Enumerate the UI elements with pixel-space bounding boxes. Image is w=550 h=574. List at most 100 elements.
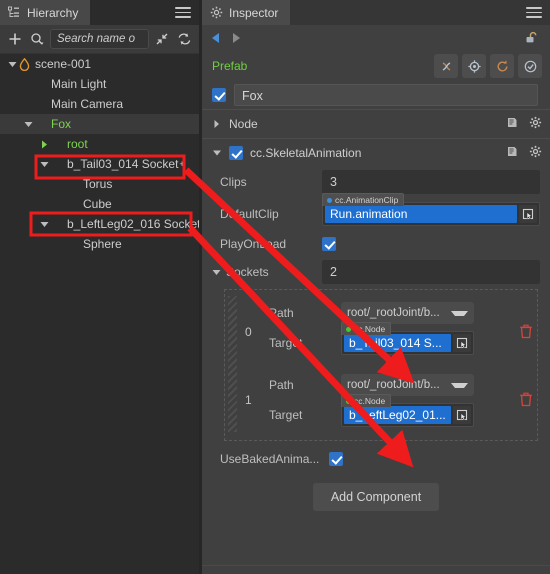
component-enabled-checkbox[interactable]: [229, 146, 243, 160]
collapse-all-icon[interactable]: [153, 30, 171, 48]
forward-arrow-icon[interactable]: [233, 33, 240, 43]
node-enabled-checkbox[interactable]: [212, 88, 226, 102]
component-settings-gear-icon[interactable]: [529, 116, 542, 132]
sockets-label-text: Sockets: [226, 265, 269, 279]
use-baked-animation-checkbox[interactable]: [329, 452, 344, 466]
play-on-load-checkbox[interactable]: [322, 237, 336, 251]
chevron-down-icon[interactable]: [212, 149, 222, 157]
hierarchy-node-root[interactable]: root: [0, 134, 199, 154]
node-name-input[interactable]: Fox: [234, 84, 538, 106]
pick-node-icon[interactable]: [453, 334, 471, 352]
prefab-actions: [434, 54, 542, 78]
hierarchy-node-sphere[interactable]: Sphere: [0, 234, 199, 254]
clips-count-input[interactable]: 3: [322, 170, 540, 194]
sockets-array-list: 0 Path root/_rootJoint/b... Target cc.Node b_…: [224, 289, 538, 441]
unlink-prefab-button[interactable]: [434, 54, 458, 78]
socket-target-value[interactable]: b_LeftLeg02_01...: [344, 406, 451, 424]
socket-target-drag-area[interactable]: cc.Node b_LeftLeg02_01...: [341, 394, 474, 427]
hierarchy-panel: Hierarchy Search name o scene-001 Main L…: [0, 0, 199, 574]
socket-path-value: root/_rootJoint/b...: [347, 379, 440, 391]
plus-icon[interactable]: [6, 30, 24, 48]
add-component-button[interactable]: Add Component: [312, 483, 440, 511]
hierarchy-node-label: root: [67, 137, 88, 151]
hierarchy-tabbar: Hierarchy: [0, 0, 199, 25]
delete-socket-button[interactable]: [519, 324, 533, 340]
socket-path-dropdown[interactable]: root/_rootJoint/b...: [341, 374, 474, 396]
help-doc-icon[interactable]: [506, 116, 519, 132]
inspector-nav: [202, 25, 550, 51]
hierarchy-menu-button[interactable]: [175, 0, 191, 25]
inspector-menu-button[interactable]: [526, 0, 542, 25]
pick-node-icon[interactable]: [453, 406, 471, 424]
tab-hierarchy[interactable]: Hierarchy: [0, 0, 91, 25]
socket-target-label: Target: [269, 336, 303, 350]
default-clip-drag-area[interactable]: cc.AnimationClip Run.animation: [322, 193, 540, 226]
socket-path-label: Path: [269, 378, 294, 392]
hierarchy-node-main-light[interactable]: Main Light: [0, 74, 199, 94]
socket-target-type-label: cc.Node: [354, 324, 386, 334]
component-header-node[interactable]: Node: [202, 109, 550, 138]
hierarchy-node-cube[interactable]: Cube: [0, 194, 199, 214]
inspector-tabbar: Inspector: [202, 0, 550, 25]
component-settings-gear-icon[interactable]: [529, 145, 542, 161]
chevron-down-icon[interactable]: [212, 265, 221, 279]
delete-socket-button[interactable]: [519, 392, 533, 408]
default-clip-value[interactable]: Run.animation: [325, 205, 517, 223]
hierarchy-node-label: Torus: [83, 177, 113, 191]
hierarchy-node-label: Fox: [51, 117, 72, 131]
hierarchy-node-label: b_Tail03_014 Socket: [67, 157, 179, 171]
search-input[interactable]: Search name o: [50, 29, 149, 49]
hierarchy-node-b-leftleg02-016-socket[interactable]: b_LeftLeg02_016 Socket+: [0, 214, 199, 234]
hierarchy-node-label: scene-001: [35, 57, 92, 71]
socket-path-dropdown[interactable]: root/_rootJoint/b...: [341, 302, 474, 324]
hierarchy-node-torus[interactable]: Torus: [0, 174, 199, 194]
tab-inspector-label: Inspector: [229, 5, 279, 20]
unlock-icon[interactable]: [524, 30, 540, 49]
tab-inspector[interactable]: Inspector: [202, 0, 291, 25]
search-dropdown-icon[interactable]: [28, 30, 46, 48]
chevron-down-icon[interactable]: [38, 218, 50, 230]
hierarchy-node-b-tail03-014-socket[interactable]: b_Tail03_014 Socket +: [0, 154, 199, 174]
hierarchy-node-label: b_LeftLeg02_016 Socket: [67, 217, 199, 231]
property-row-default-clip: DefaultClip cc.AnimationClip Run.animati…: [202, 193, 550, 231]
inspector-bottom-divider: [202, 565, 550, 566]
sockets-count-input[interactable]: 2: [322, 260, 540, 284]
socket-index-label: 1: [245, 393, 252, 407]
back-arrow-icon[interactable]: [212, 33, 219, 43]
refresh-icon[interactable]: [175, 30, 193, 48]
apply-prefab-button[interactable]: [518, 54, 542, 78]
default-clip-type-label: cc.AnimationClip: [335, 195, 399, 205]
component-header-icons-skeletal: [506, 145, 542, 161]
chevron-down-icon[interactable]: [6, 58, 18, 70]
scene-droplet-icon: [18, 57, 31, 71]
reset-prefab-button[interactable]: [490, 54, 514, 78]
pick-asset-icon[interactable]: [519, 205, 537, 223]
hierarchy-node-scene-001[interactable]: scene-001: [0, 54, 199, 74]
locate-prefab-button[interactable]: [462, 54, 486, 78]
socket-plus-icon: +: [179, 159, 185, 169]
socket-target-value[interactable]: b_Tail03_014 S...: [344, 334, 451, 352]
play-on-load-label: PlayOnLoad: [220, 237, 287, 251]
hierarchy-node-fox[interactable]: Fox: [0, 114, 199, 134]
socket-target-label: Target: [269, 408, 303, 422]
hierarchy-node-label: Sphere: [83, 237, 122, 251]
chevron-down-icon[interactable]: [22, 118, 34, 130]
default-clip-label: DefaultClip: [220, 207, 279, 221]
component-header-skeletal-animation[interactable]: cc.SkeletalAnimation: [202, 138, 550, 167]
socket-item: 0 Path root/_rootJoint/b... Target cc.Node b_…: [225, 296, 537, 368]
socket-item-separator: [225, 358, 537, 366]
hierarchy-tree[interactable]: scene-001 Main Light Main Camera Fox root b_T…: [0, 54, 199, 574]
chevron-right-icon[interactable]: [38, 138, 50, 150]
sockets-label: Sockets: [212, 265, 322, 279]
socket-target-drag-area[interactable]: cc.Node b_Tail03_014 S...: [341, 322, 474, 355]
chevron-down-icon[interactable]: [38, 158, 50, 170]
chevron-right-icon[interactable]: [212, 119, 222, 129]
property-row-use-baked-animation: UseBakedAnima...: [202, 445, 550, 473]
editor-window: Hierarchy Search name o scene-001 Main L…: [0, 0, 550, 574]
socket-item: 1 Path root/_rootJoint/b... Target cc.Node b_…: [225, 368, 537, 432]
hierarchy-node-main-camera[interactable]: Main Camera: [0, 94, 199, 114]
component-title-node: Node: [229, 117, 258, 131]
hierarchy-toolbar: Search name o: [0, 25, 199, 54]
use-baked-animation-label: UseBakedAnima...: [220, 452, 320, 466]
help-doc-icon[interactable]: [506, 145, 519, 161]
